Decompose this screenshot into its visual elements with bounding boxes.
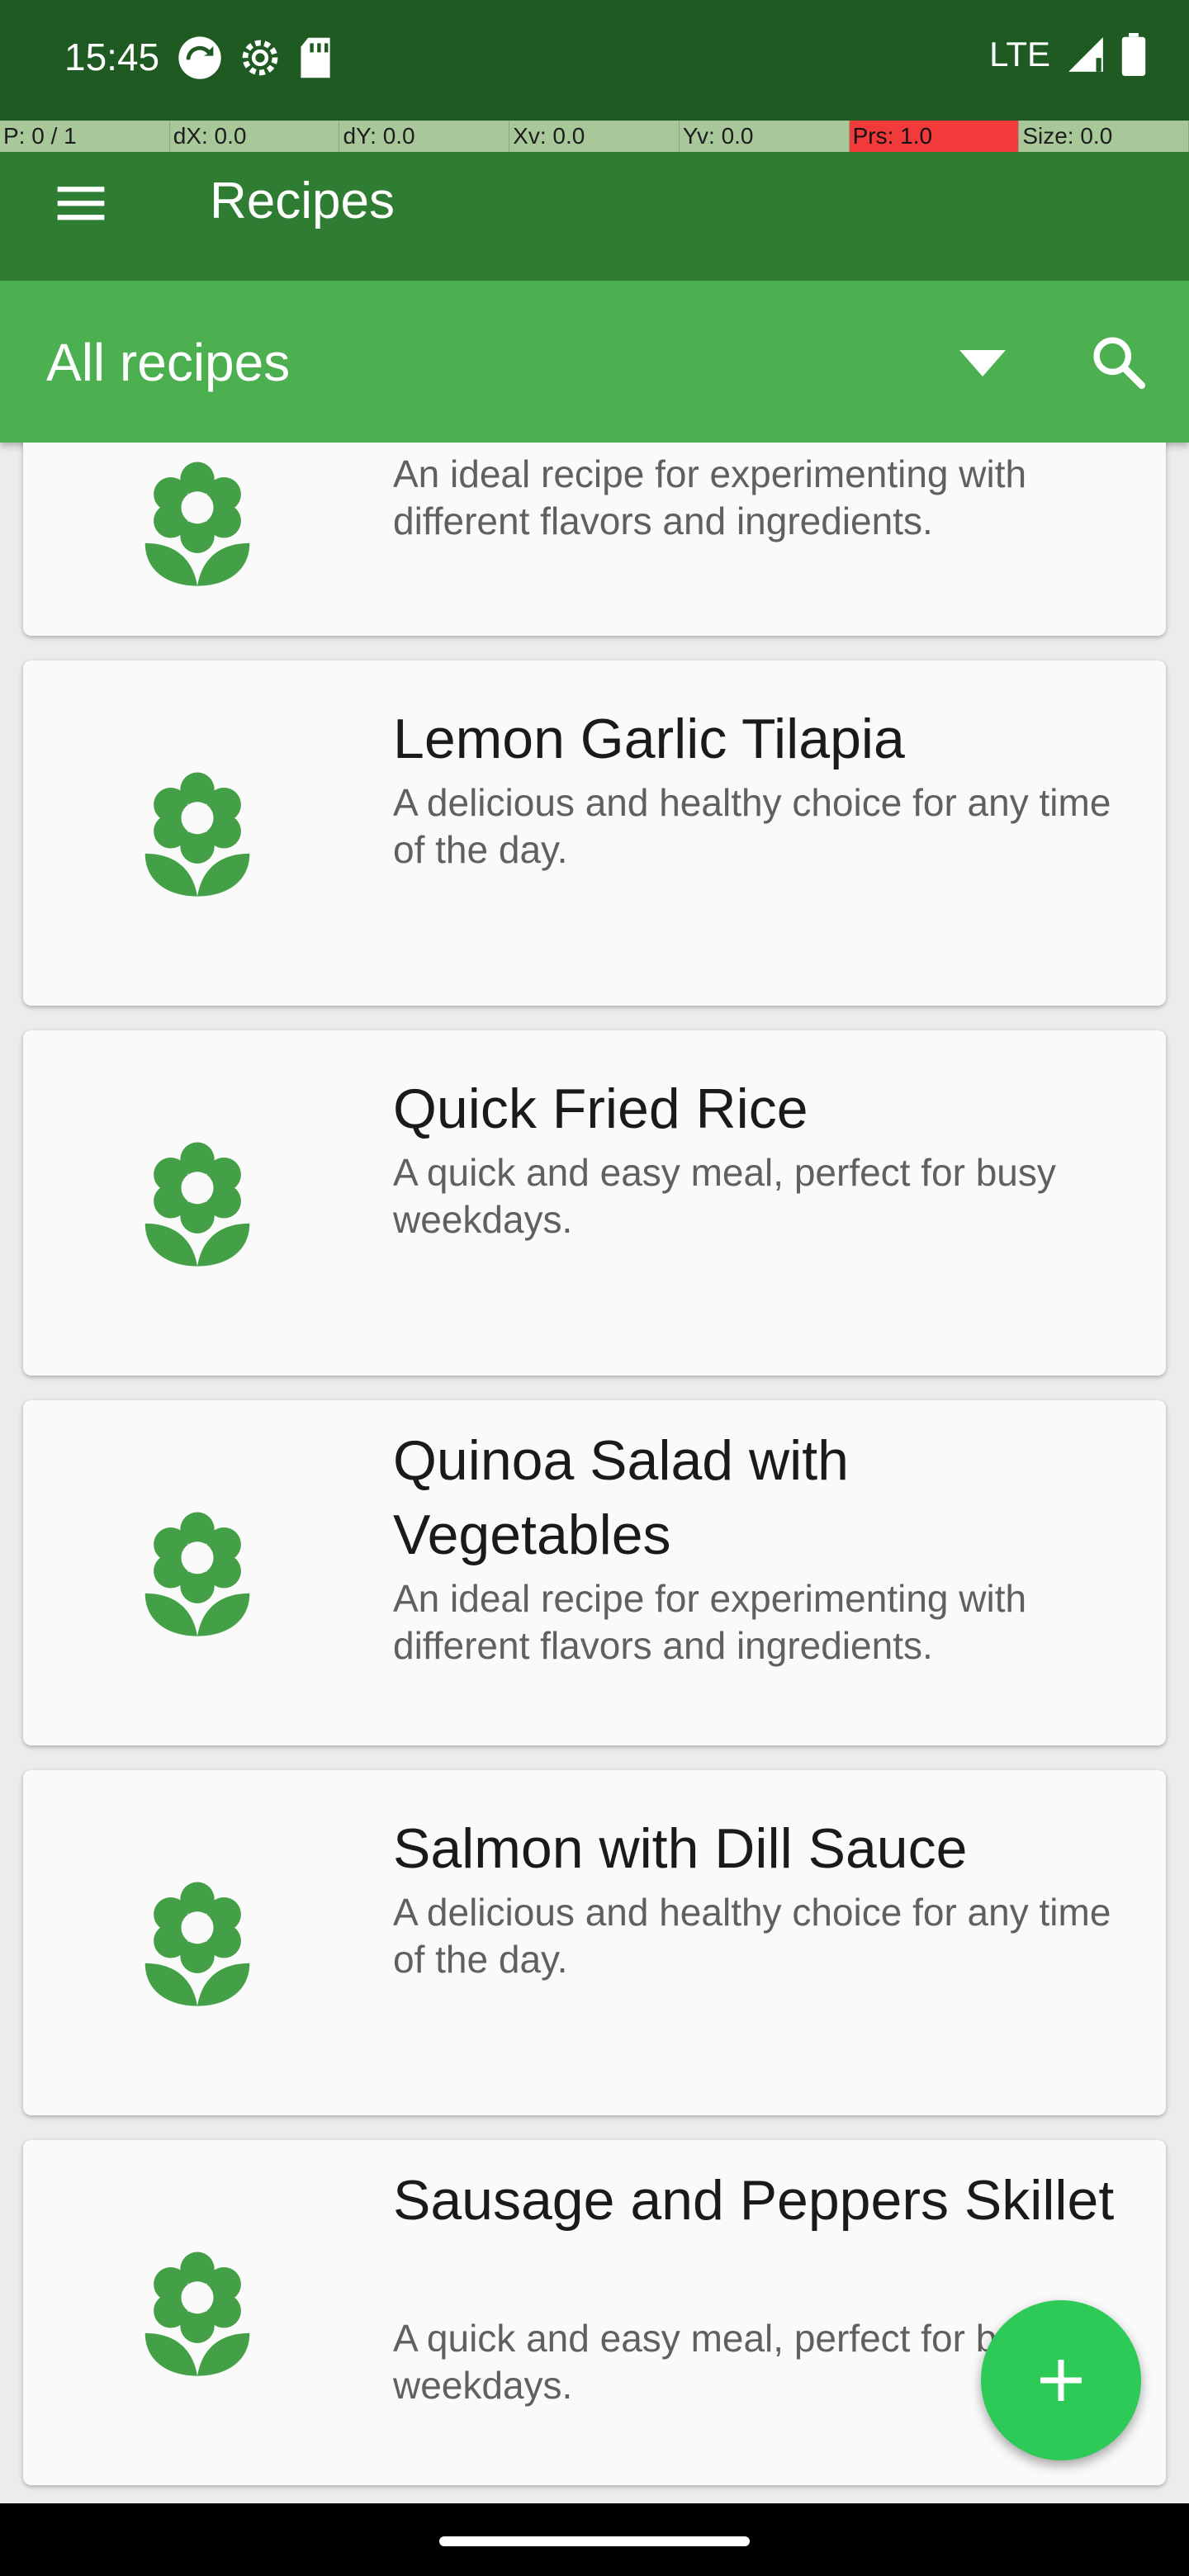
recipe-card[interactable]: An ideal recipe for experimenting with d… — [23, 443, 1166, 636]
recipe-card[interactable]: Lemon Garlic Tilapia A delicious and hea… — [23, 661, 1166, 1006]
recipe-card[interactable]: Quinoa Salad with Vegetables An ideal re… — [23, 1400, 1166, 1745]
debug-yv: Yv: 0.0 — [680, 121, 850, 152]
flower-icon — [144, 1882, 250, 2006]
recipe-title: Sausage and Peppers Skillet — [393, 2169, 1115, 2232]
status-time: 15:45 — [64, 36, 160, 78]
recipe-description: A quick and easy meal, perfect for busy … — [393, 1151, 1056, 1241]
battery-icon — [1121, 33, 1146, 76]
search-icon[interactable] — [1088, 332, 1149, 393]
plus-icon — [1040, 2360, 1082, 2401]
debug-dx: dX: 0.0 — [170, 121, 340, 152]
category-dropdown-value: All recipes — [46, 333, 291, 392]
page-title: Recipes — [210, 173, 395, 230]
recipe-title: Lemon Garlic Tilapia — [393, 708, 905, 770]
debug-size: Size: 0.0 — [1019, 121, 1189, 152]
network-type: LTE — [989, 35, 1050, 73]
debug-dy: dY: 0.0 — [339, 121, 510, 152]
system-icons: LTE — [989, 33, 1146, 76]
status-bar: 15:45 LTE — [0, 0, 1189, 121]
category-filter-bar: All recipes — [0, 281, 1189, 443]
flower-icon — [144, 1512, 250, 1636]
recipe-card[interactable]: Quick Fried Rice A quick and easy meal, … — [23, 1030, 1166, 1376]
menu-icon[interactable] — [53, 175, 109, 231]
home-gesture-handle[interactable] — [439, 2536, 750, 2546]
debug-xv: Xv: 0.0 — [509, 121, 680, 152]
recipe-card[interactable]: Sausage and Peppers Skillet A quick and … — [23, 2140, 1166, 2485]
flower-icon — [144, 462, 250, 586]
dropdown-arrow-icon — [959, 350, 1006, 376]
app-bar: Recipes — [0, 152, 1189, 281]
add-recipe-button[interactable] — [981, 2300, 1141, 2460]
pointer-debug-bar: P: 0 / 1 dX: 0.0 dY: 0.0 Xv: 0.0 Yv: 0.0… — [0, 121, 1189, 152]
navigation-bar — [0, 2503, 1189, 2576]
debug-pressure: Prs: 1.0 — [849, 121, 1020, 152]
recipe-description: A delicious and healthy choice for any t… — [393, 781, 1111, 871]
recipe-card[interactable]: Salmon with Dill Sauce A delicious and h… — [23, 1770, 1166, 2115]
recipe-title: Salmon with Dill Sauce — [393, 1817, 968, 1880]
notification-icons — [177, 35, 334, 81]
flower-icon — [144, 2252, 250, 2376]
sync-icon — [178, 36, 221, 79]
recipe-title: Quinoa Salad with Vegetables — [393, 1429, 849, 1566]
recipe-description: A delicious and healthy choice for any t… — [393, 1891, 1111, 1981]
flower-icon — [144, 772, 250, 897]
debug-pointer: P: 0 / 1 — [0, 121, 170, 152]
settings-icon — [242, 40, 278, 76]
signal-icon — [1068, 37, 1103, 72]
flower-icon — [144, 1142, 250, 1267]
recipe-list[interactable]: An ideal recipe for experimenting with d… — [0, 443, 1189, 2503]
category-dropdown[interactable]: All recipes — [0, 281, 1040, 443]
recipe-title: Quick Fried Rice — [393, 1077, 808, 1140]
recipe-description: An ideal recipe for experimenting with d… — [393, 1577, 1027, 1667]
recipe-description: An ideal recipe for experimenting with d… — [393, 452, 1027, 542]
sd-card-icon — [301, 37, 330, 78]
